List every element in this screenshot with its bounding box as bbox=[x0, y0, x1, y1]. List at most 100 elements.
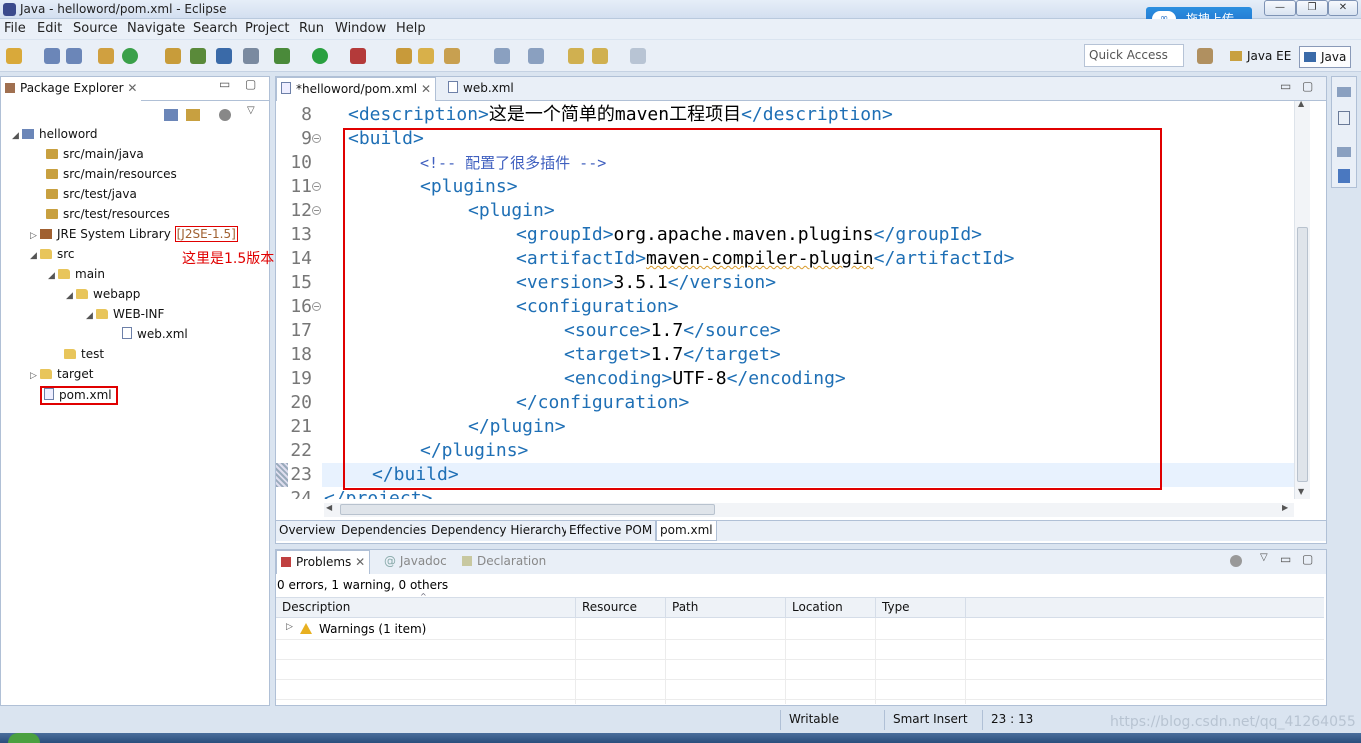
menu-file[interactable]: File bbox=[4, 21, 26, 36]
tab-web-xml[interactable]: web.xml bbox=[444, 77, 518, 101]
tree-project[interactable]: ◢ helloword bbox=[12, 127, 98, 141]
tab-effective-pom[interactable]: Effective POM bbox=[566, 521, 657, 541]
scrollbar-thumb[interactable] bbox=[1297, 227, 1308, 482]
tree-item-src-main-resources[interactable]: src/main/resources bbox=[46, 167, 177, 181]
link-editor-icon[interactable] bbox=[186, 109, 200, 121]
menu-search[interactable]: Search bbox=[193, 21, 238, 36]
menu-source[interactable]: Source bbox=[73, 21, 118, 36]
fold-toggle-icon[interactable]: − bbox=[312, 302, 321, 311]
maximize-button[interactable]: ❐ bbox=[1296, 0, 1328, 16]
collapse-all-icon[interactable] bbox=[164, 109, 178, 121]
fold-toggle-icon[interactable]: − bbox=[312, 134, 321, 143]
tree-item-src-test-java[interactable]: src/test/java bbox=[46, 187, 137, 201]
skip-breakpoints-icon[interactable] bbox=[243, 48, 259, 64]
fold-toggle-icon[interactable]: − bbox=[312, 182, 321, 191]
prev-annotation-icon[interactable] bbox=[528, 48, 544, 64]
new-icon[interactable] bbox=[6, 48, 22, 64]
expand-arrow-icon[interactable]: ◢ bbox=[48, 271, 58, 281]
tree-item-src-test-resources[interactable]: src/test/resources bbox=[46, 207, 170, 221]
tab-overview[interactable]: Overview bbox=[276, 521, 340, 541]
maximize-editor-icon[interactable]: ▢ bbox=[1302, 79, 1313, 93]
tree-item-pom-xml[interactable]: pom.xml bbox=[40, 386, 118, 405]
expand-arrow-icon[interactable]: ◢ bbox=[30, 251, 40, 261]
tree-item-main[interactable]: ◢ main bbox=[48, 267, 105, 281]
minimize-view-icon[interactable]: ▭ bbox=[1280, 552, 1291, 566]
close-button[interactable]: ✕ bbox=[1328, 0, 1358, 16]
tab-declaration[interactable]: Declaration bbox=[458, 550, 550, 574]
forward-icon[interactable] bbox=[630, 48, 646, 64]
tab-dependencies[interactable]: Dependencies bbox=[338, 521, 431, 541]
restore-icon[interactable] bbox=[1337, 87, 1351, 97]
tab-javadoc[interactable]: @ Javadoc bbox=[380, 550, 451, 574]
search-tool-icon[interactable] bbox=[444, 48, 460, 64]
maximize-view-icon[interactable]: ▢ bbox=[1302, 552, 1313, 566]
debug-icon[interactable] bbox=[274, 48, 290, 64]
tree-item-src-main-java[interactable]: src/main/java bbox=[46, 147, 144, 161]
minimize-button[interactable]: — bbox=[1264, 0, 1296, 16]
table-row[interactable]: ▷ Warnings (1 item) bbox=[276, 620, 1324, 640]
scroll-left-icon[interactable]: ◀ bbox=[326, 503, 332, 512]
perspective-java[interactable]: Java bbox=[1299, 46, 1352, 68]
maximize-view-icon[interactable]: ▢ bbox=[245, 77, 256, 91]
tree-item-jre[interactable]: ▷ JRE System Library [J2SE-1.5] bbox=[30, 226, 238, 242]
open-folder-icon[interactable] bbox=[418, 48, 434, 64]
scroll-up-icon[interactable]: ▲ bbox=[1298, 99, 1304, 108]
close-tab-icon[interactable]: ✕ bbox=[421, 82, 431, 96]
hscroll-thumb[interactable] bbox=[340, 504, 715, 515]
build-icon[interactable] bbox=[98, 48, 114, 64]
new-package-icon[interactable] bbox=[396, 48, 412, 64]
expand-arrow-icon[interactable]: ◢ bbox=[66, 291, 76, 301]
menu-help[interactable]: Help bbox=[396, 21, 426, 36]
tree-item-target[interactable]: ▷ target bbox=[30, 367, 94, 381]
outline-icon[interactable] bbox=[1338, 111, 1350, 125]
menu-edit[interactable]: Edit bbox=[37, 21, 62, 36]
expand-arrow-icon[interactable]: ◢ bbox=[86, 311, 96, 321]
menu-navigate[interactable]: Navigate bbox=[127, 21, 185, 36]
close-tab-icon[interactable]: ✕ bbox=[355, 555, 365, 569]
minimize-view-icon[interactable]: ▭ bbox=[219, 77, 230, 91]
save-icon[interactable] bbox=[44, 48, 60, 64]
start-orb-icon[interactable] bbox=[8, 733, 40, 743]
editor-vertical-scrollbar[interactable]: ▲ ▼ bbox=[1294, 99, 1310, 499]
external-tools-icon[interactable] bbox=[350, 48, 366, 64]
menu-run[interactable]: Run bbox=[299, 21, 324, 36]
menu-window[interactable]: Window bbox=[335, 21, 386, 36]
tab-problems[interactable]: Problems ✕ bbox=[276, 550, 371, 574]
open-task-icon[interactable] bbox=[190, 48, 206, 64]
open-type-icon[interactable] bbox=[165, 48, 181, 64]
refresh-icon[interactable] bbox=[122, 48, 138, 64]
tab-dependency-hierarchy[interactable]: Dependency Hierarchy bbox=[428, 521, 573, 541]
collapsed-arrow-icon[interactable]: ▷ bbox=[30, 371, 40, 381]
quick-access-input[interactable]: Quick Access bbox=[1084, 44, 1184, 67]
restore-icon[interactable] bbox=[1337, 147, 1351, 157]
collapsed-arrow-icon[interactable]: ▷ bbox=[30, 231, 40, 241]
expand-arrow-icon[interactable]: ◢ bbox=[12, 131, 22, 141]
column-resource[interactable]: Resource bbox=[576, 598, 666, 617]
scroll-down-icon[interactable]: ▼ bbox=[1298, 487, 1304, 496]
save-all-icon[interactable] bbox=[66, 48, 82, 64]
minimize-editor-icon[interactable]: ▭ bbox=[1280, 79, 1291, 93]
fold-toggle-icon[interactable]: − bbox=[312, 206, 321, 215]
last-edit-icon[interactable] bbox=[568, 48, 584, 64]
editor-horizontal-scrollbar[interactable]: ◀ ▶ bbox=[324, 503, 1294, 517]
column-path[interactable]: Path bbox=[666, 598, 786, 617]
scroll-right-icon[interactable]: ▶ bbox=[1282, 503, 1288, 512]
back-icon[interactable] bbox=[592, 48, 608, 64]
run-icon[interactable] bbox=[312, 48, 328, 64]
view-menu-chevron-icon[interactable]: ▽ bbox=[1260, 552, 1268, 563]
console-icon[interactable] bbox=[216, 48, 232, 64]
tab-pom-xml[interactable]: *helloword/pom.xml ✕ bbox=[276, 77, 437, 101]
menu-project[interactable]: Project bbox=[245, 21, 289, 36]
tree-item-web-inf[interactable]: ◢ WEB-INF bbox=[86, 307, 164, 321]
perspective-java-ee[interactable]: Java EE bbox=[1226, 46, 1295, 68]
task-list-icon[interactable] bbox=[1338, 169, 1350, 183]
tree-item-test[interactable]: test bbox=[64, 347, 104, 361]
tree-item-src[interactable]: ◢ src bbox=[30, 247, 75, 261]
tab-pom-source[interactable]: pom.xml bbox=[656, 521, 717, 541]
tab-package-explorer[interactable]: Package Explorer ✕ bbox=[1, 77, 142, 101]
view-menu-chevron-icon[interactable]: ▽ bbox=[247, 105, 255, 116]
view-menu-dots-icon[interactable] bbox=[219, 109, 231, 121]
open-perspective-icon[interactable] bbox=[1197, 48, 1213, 64]
column-type[interactable]: Type bbox=[876, 598, 966, 617]
tree-item-web-xml[interactable]: web.xml bbox=[122, 327, 188, 341]
